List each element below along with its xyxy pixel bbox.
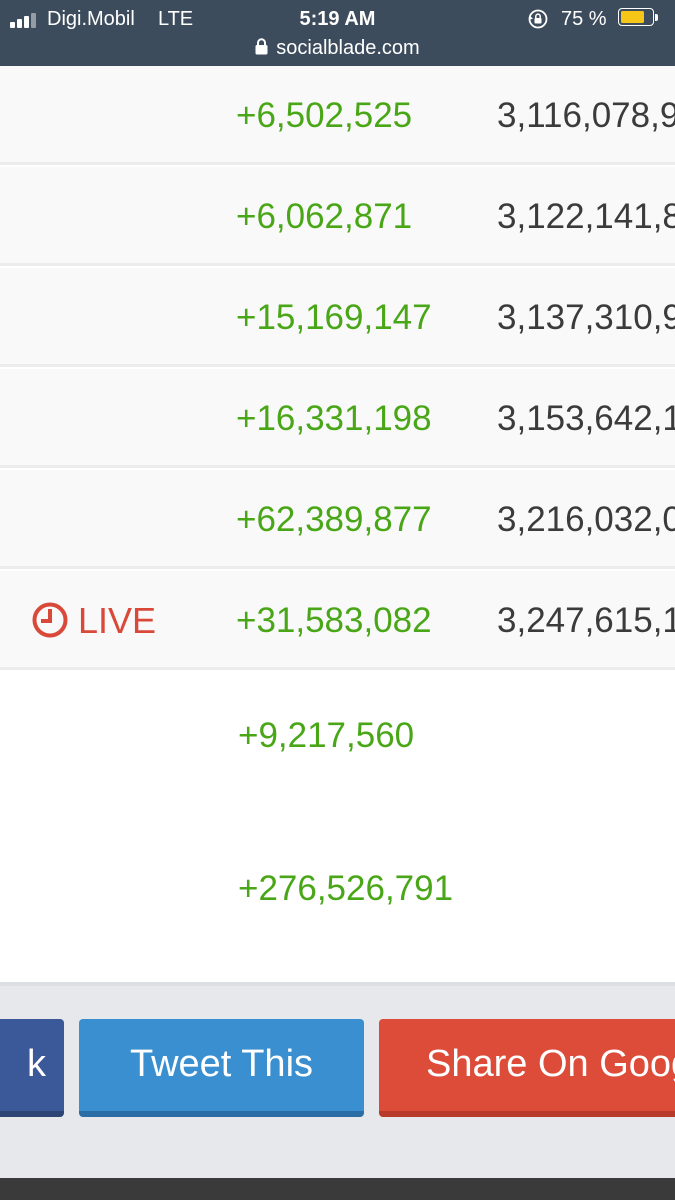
clock-icon xyxy=(32,602,68,638)
running-total: 3,116,078,9 xyxy=(497,96,675,135)
summary-value-first: +9,217,560 xyxy=(238,716,415,755)
live-indicator: LIVE xyxy=(32,599,156,643)
tweet-button[interactable]: Tweet This xyxy=(79,1019,364,1117)
live-label: LIVE xyxy=(78,600,157,641)
daily-change: +6,062,871 xyxy=(236,197,413,236)
share-bar: k Tweet This Share On Goog xyxy=(0,982,675,1178)
table-row: +16,331,198 3,153,642,1 xyxy=(0,369,675,468)
running-total: 3,153,642,1 xyxy=(497,399,675,438)
battery-level xyxy=(621,11,644,23)
address-bar[interactable]: socialblade.com xyxy=(0,34,675,64)
padlock-icon xyxy=(255,38,268,55)
daily-change: +15,169,147 xyxy=(236,298,432,337)
summary-value-second: +276,526,791 xyxy=(238,869,454,908)
summary-section: +9,217,560 +276,526,791 xyxy=(0,672,675,982)
table-row: +6,502,525 3,116,078,9 xyxy=(0,66,675,165)
rotation-lock-icon xyxy=(528,9,548,29)
facebook-share-button[interactable]: k xyxy=(0,1019,64,1117)
daily-change: +6,502,525 xyxy=(236,96,413,135)
google-share-button[interactable]: Share On Goog xyxy=(379,1019,675,1117)
page-footer xyxy=(0,1178,675,1200)
url-text: socialblade.com xyxy=(276,37,420,59)
running-total: 3,122,141,8 xyxy=(497,197,675,236)
daily-change: +16,331,198 xyxy=(236,399,432,438)
running-total: 3,216,032,0 xyxy=(497,500,675,539)
status-bar: Digi.Mobil LTE 5:19 AM 75 % socialblade.… xyxy=(0,0,675,72)
page: Digi.Mobil LTE 5:19 AM 75 % socialblade.… xyxy=(0,0,675,1200)
battery-icon xyxy=(618,8,658,28)
daily-change: +62,389,877 xyxy=(236,500,432,539)
running-total: 3,247,615,1 xyxy=(497,601,675,640)
table-row: +6,062,871 3,122,141,8 xyxy=(0,167,675,266)
daily-change: +31,583,082 xyxy=(236,601,432,640)
running-total: 3,137,310,9 xyxy=(497,298,675,337)
table-row-live: LIVE +31,583,082 3,247,615,1 xyxy=(0,571,675,670)
table-row: +62,389,877 3,216,032,0 xyxy=(0,470,675,569)
table-row: +15,169,147 3,137,310,9 xyxy=(0,268,675,367)
battery-percent: 75 % xyxy=(561,8,607,30)
